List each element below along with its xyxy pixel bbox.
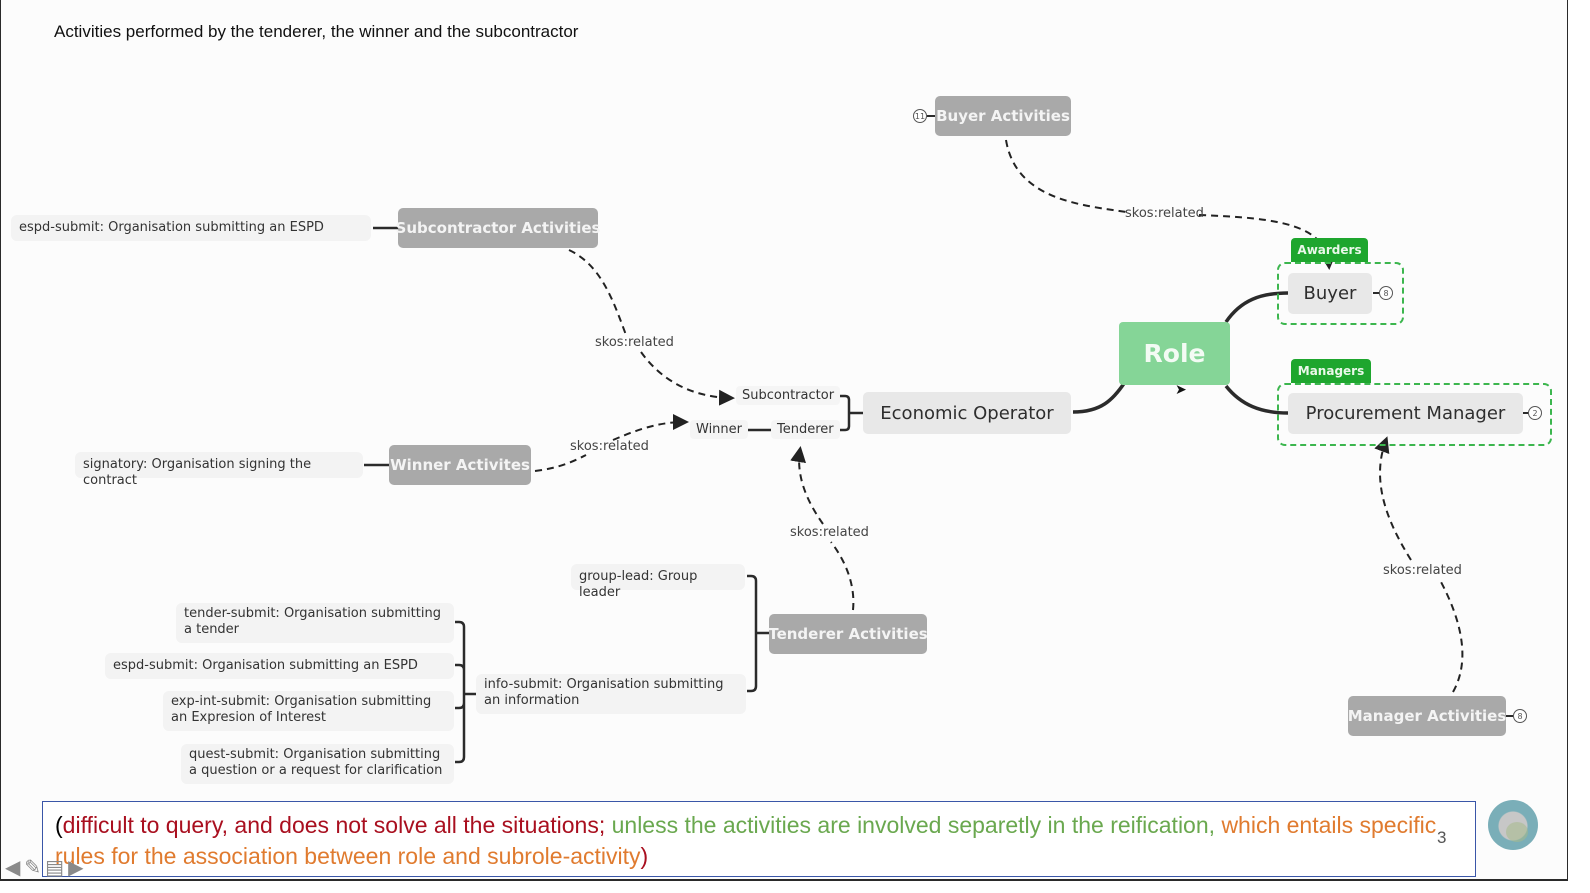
economic-operator-node[interactable]: Economic Operator [863, 392, 1071, 434]
note-close-paren: ) [640, 843, 649, 869]
winner-leaf-signatory[interactable]: signatory: Organisation signing the cont… [75, 452, 363, 488]
info-submit-leaf-exp-int-submit[interactable]: exp-int-submit: Organisation submitting … [163, 691, 454, 731]
menu-icon[interactable]: ▤ [45, 857, 64, 877]
subcontractor-activities-node[interactable]: Subcontractor Activities [396, 208, 600, 248]
slide: Activities performed by the tenderer, th… [0, 0, 1568, 881]
tenderer-activities-node[interactable]: Tenderer Activities [768, 614, 928, 654]
relation-buyer-activities-buyer [1005, 139, 1329, 266]
role-root-node[interactable]: Role [1119, 322, 1230, 385]
manager-activities-node[interactable]: Manager Activities [1348, 696, 1506, 736]
relation-label-buyer: skos:related [1125, 206, 1204, 221]
subcontractor-subrole[interactable]: Subcontractor [736, 386, 841, 405]
info-submit-leaf-espd-submit[interactable]: espd-submit: Organisation submitting an … [105, 653, 454, 679]
relation-subcontractor-activities [568, 249, 731, 398]
relation-label-winner: skos:related [570, 439, 649, 454]
procurement-manager-count-badge[interactable]: 2 [1528, 406, 1542, 420]
link-role-economic-operator [1072, 381, 1127, 414]
relation-label-subcontractor: skos:related [595, 335, 674, 350]
relation-label-tenderer: skos:related [790, 525, 869, 540]
link-info-submit-leaves [455, 620, 476, 764]
buyer-node[interactable]: Buyer [1288, 273, 1372, 314]
buyer-activities-node[interactable]: Buyer Activities [935, 96, 1071, 136]
note-open-paren: ( [55, 812, 63, 838]
tenderer-subrole[interactable]: Tenderer [771, 420, 840, 439]
note-green-text: unless the activities are involved separ… [611, 812, 1222, 838]
awarders-tag[interactable]: Awarders [1291, 238, 1368, 262]
link-tenderer-leaves [747, 574, 769, 693]
note-box: (difficult to query, and does not solve … [42, 801, 1476, 877]
note-red-text: difficult to query, and does not solve a… [62, 812, 612, 838]
link-eo-subroles [839, 394, 863, 432]
winner-activities-node[interactable]: Winner Activites [389, 445, 531, 485]
buyer-activities-count-badge[interactable]: 11 [913, 109, 927, 123]
info-submit-leaf-quest-submit[interactable]: quest-submit: Organisation submitting a … [181, 744, 454, 784]
next-arrow-icon[interactable]: ▶ [68, 857, 83, 877]
slideshow-nav: ◀ ✎ ▤ ▶ [5, 857, 83, 877]
managers-tag[interactable]: Managers [1291, 359, 1371, 383]
manager-activities-count-badge[interactable]: 8 [1513, 709, 1527, 723]
subcontractor-leaf-espd-submit[interactable]: espd-submit: Organisation submitting an … [11, 215, 371, 241]
pen-icon[interactable]: ✎ [24, 857, 41, 877]
prev-arrow-icon[interactable]: ◀ [5, 857, 20, 877]
page-number: 3 [1437, 828, 1447, 847]
buyer-count-badge[interactable]: 8 [1379, 286, 1393, 300]
winner-subrole[interactable]: Winner [690, 420, 749, 439]
presenter-avatar [1488, 800, 1538, 850]
info-submit-leaf-tender-submit[interactable]: tender-submit: Organisation submitting a… [176, 603, 454, 643]
relation-label-manager: skos:related [1383, 563, 1462, 578]
tenderer-leaf-info-submit[interactable]: info-submit: Organisation submitting an … [476, 674, 746, 714]
tenderer-leaf-group-lead[interactable]: group-lead: Group leader [571, 564, 745, 600]
procurement-manager-node[interactable]: Procurement Manager [1288, 393, 1523, 434]
mouse-cursor-icon: ➤ [1175, 382, 1187, 398]
